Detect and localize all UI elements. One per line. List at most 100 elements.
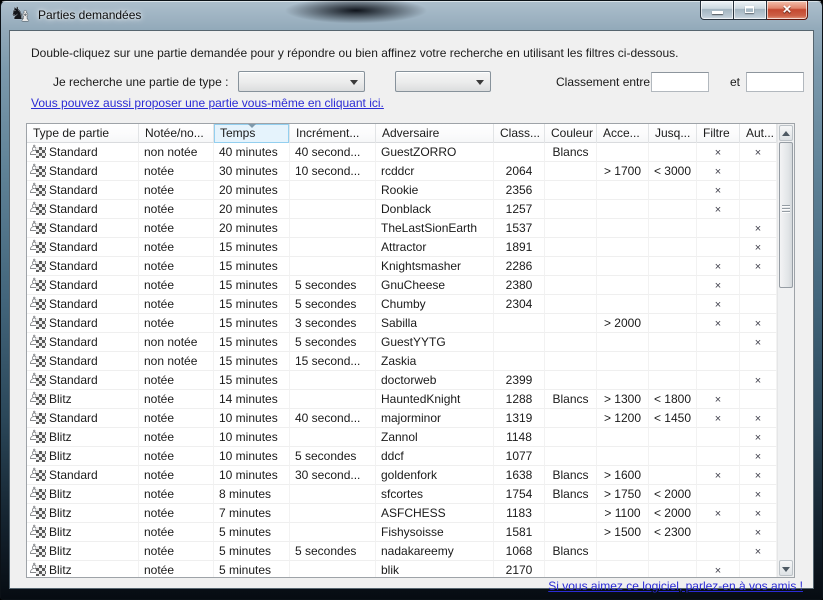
cell-time: 10 minutes: [214, 409, 290, 428]
cell-color: Blancs: [545, 485, 597, 504]
cell-filter: [697, 542, 740, 561]
cell-filter: ×: [697, 162, 740, 181]
table-row[interactable]: ♙Standardnotée20 minutesTheLastSionEarth…: [27, 219, 777, 238]
rating-min-input[interactable]: [651, 72, 709, 92]
table-row[interactable]: ♙Standardnon notée40 minutes40 second...…: [27, 143, 777, 162]
cell-rating-max: [649, 352, 697, 371]
cell-type: ♙Standard: [27, 143, 139, 162]
chess-game-icon: ♙: [30, 411, 47, 425]
propose-game-link[interactable]: Vous pouvez aussi proposer une partie vo…: [31, 96, 384, 110]
cell-type: ♙Standard: [27, 371, 139, 390]
table-row[interactable]: ♙Standardnotée20 minutesRookie2356×: [27, 181, 777, 200]
cell-rating-min: [597, 257, 649, 276]
table-row[interactable]: ♙Standardnotée30 minutes10 second...rcdd…: [27, 162, 777, 181]
cell-rating-max: < 1800: [649, 390, 697, 409]
table-row[interactable]: ♙Standardnotée15 minutesAttractor1891×: [27, 238, 777, 257]
game-type-select[interactable]: [238, 71, 365, 92]
close-button[interactable]: ×: [767, 1, 808, 20]
table-row[interactable]: ♙Blitznotée5 minutesblik2170×: [27, 561, 777, 577]
cell-rating-max: < 1450: [649, 409, 697, 428]
table-row[interactable]: ♙Standardnotée15 minutes3 secondesSabill…: [27, 314, 777, 333]
rated-select[interactable]: [395, 71, 491, 92]
cell-rating-min: [597, 542, 649, 561]
rating-max-input[interactable]: [746, 72, 804, 92]
table-row[interactable]: ♙Blitznotée14 minutesHauntedKnight1288Bl…: [27, 390, 777, 409]
cell-auto: ×: [740, 257, 777, 276]
cell-rating: 1183: [494, 504, 545, 523]
column-header-time[interactable]: Temps: [214, 124, 290, 143]
table-row[interactable]: ♙Blitznotée5 minutesFishysoisse1581> 150…: [27, 523, 777, 542]
chess-game-icon: ♙: [30, 221, 47, 235]
titlebar-glass-shade: [266, 0, 446, 27]
cell-auto: [740, 181, 777, 200]
table-row[interactable]: ♙Standardnotée15 minutesKnightsmasher228…: [27, 257, 777, 276]
table-row[interactable]: ♙Blitznotée10 minutesZannol1148×: [27, 428, 777, 447]
table-row[interactable]: ♙Standardnotée10 minutes30 second...gold…: [27, 466, 777, 485]
scrollbar-thumb[interactable]: [779, 142, 793, 288]
cell-rated: notée: [139, 466, 214, 485]
cell-filter: [697, 371, 740, 390]
cell-opponent: rcddcr: [376, 162, 494, 181]
cell-auto: [740, 390, 777, 409]
table-row[interactable]: ♙Standardnon notée15 minutes5 secondesGu…: [27, 333, 777, 352]
cell-rating-max: [649, 257, 697, 276]
cell-auto: ×: [740, 409, 777, 428]
x-mark-icon: ×: [715, 413, 721, 425]
cell-time: 5 minutes: [214, 561, 290, 577]
column-header-filter[interactable]: Filtre: [697, 124, 740, 143]
table-row[interactable]: ♙Standardnotée15 minutesdoctorweb2399×: [27, 371, 777, 390]
cell-type: ♙Standard: [27, 276, 139, 295]
share-link[interactable]: Si vous aimez ce logiciel, parlez-en à v…: [548, 579, 803, 593]
cell-type: ♙Standard: [27, 200, 139, 219]
cell-rating: 1537: [494, 219, 545, 238]
cell-color: [545, 428, 597, 447]
table-row[interactable]: ♙Standardnotée20 minutesDonblack1257×: [27, 200, 777, 219]
table-row[interactable]: ♙Standardnotée10 minutes40 second...majo…: [27, 409, 777, 428]
table-row[interactable]: ♙Standardnotée15 minutes5 secondesChumby…: [27, 295, 777, 314]
cell-increment: 40 second...: [290, 409, 376, 428]
column-header-type[interactable]: Type de partie: [27, 124, 139, 143]
column-header-rating[interactable]: Class...: [494, 124, 545, 143]
table-row[interactable]: ♙Blitznotée8 minutessfcortes1754Blancs> …: [27, 485, 777, 504]
x-mark-icon: ×: [755, 508, 761, 520]
parties-demandees-window: ♞♝ Parties demandées × Double-cliquez su…: [0, 0, 823, 600]
vertical-scrollbar[interactable]: [777, 124, 794, 577]
column-header-auto[interactable]: Aut...: [740, 124, 777, 143]
cell-rating: 1077: [494, 447, 545, 466]
x-mark-icon: ×: [755, 451, 761, 463]
cell-opponent: GuestZORRO: [376, 143, 494, 162]
minimize-button[interactable]: [700, 1, 734, 20]
cell-rated: notée: [139, 447, 214, 466]
cell-rating: [494, 333, 545, 352]
cell-rated: notée: [139, 542, 214, 561]
table-row[interactable]: ♙Blitznotée10 minutes5 secondesddcf1077×: [27, 447, 777, 466]
table-row[interactable]: ♙Blitznotée5 minutes5 secondesnadakareem…: [27, 542, 777, 561]
cell-filter: ×: [697, 314, 740, 333]
cell-type: ♙Blitz: [27, 504, 139, 523]
cell-opponent: Donblack: [376, 200, 494, 219]
scroll-down-button[interactable]: [779, 560, 793, 576]
cell-rating-min: > 1500: [597, 523, 649, 542]
cell-color: Blancs: [545, 143, 597, 162]
cell-rating-min: [597, 333, 649, 352]
cell-opponent: blik: [376, 561, 494, 577]
cell-opponent: ddcf: [376, 447, 494, 466]
cell-rating-max: [649, 371, 697, 390]
scroll-up-button[interactable]: [779, 125, 793, 141]
column-header-increment[interactable]: Incrément...: [290, 124, 376, 143]
cell-rating-max: [649, 181, 697, 200]
column-header-rated[interactable]: Notée/no...: [139, 124, 214, 143]
title-bar[interactable]: ♞♝ Parties demandées ×: [1, 1, 822, 30]
cell-rating-max: < 2000: [649, 504, 697, 523]
triangle-up-icon: [782, 131, 790, 136]
cell-color: [545, 447, 597, 466]
column-header-rating-min[interactable]: Acce...: [597, 124, 649, 143]
table-row[interactable]: ♙Blitznotée7 minutesASFCHESS1183> 1100< …: [27, 504, 777, 523]
cell-rating: 1891: [494, 238, 545, 257]
maximize-button[interactable]: [734, 1, 767, 20]
table-row[interactable]: ♙Standardnon notée15 minutes15 second...…: [27, 352, 777, 371]
column-header-opponent[interactable]: Adversaire: [376, 124, 494, 143]
column-header-color[interactable]: Couleur: [545, 124, 597, 143]
table-row[interactable]: ♙Standardnotée15 minutes5 secondesGnuChe…: [27, 276, 777, 295]
column-header-rating-max[interactable]: Jusq...: [649, 124, 697, 143]
